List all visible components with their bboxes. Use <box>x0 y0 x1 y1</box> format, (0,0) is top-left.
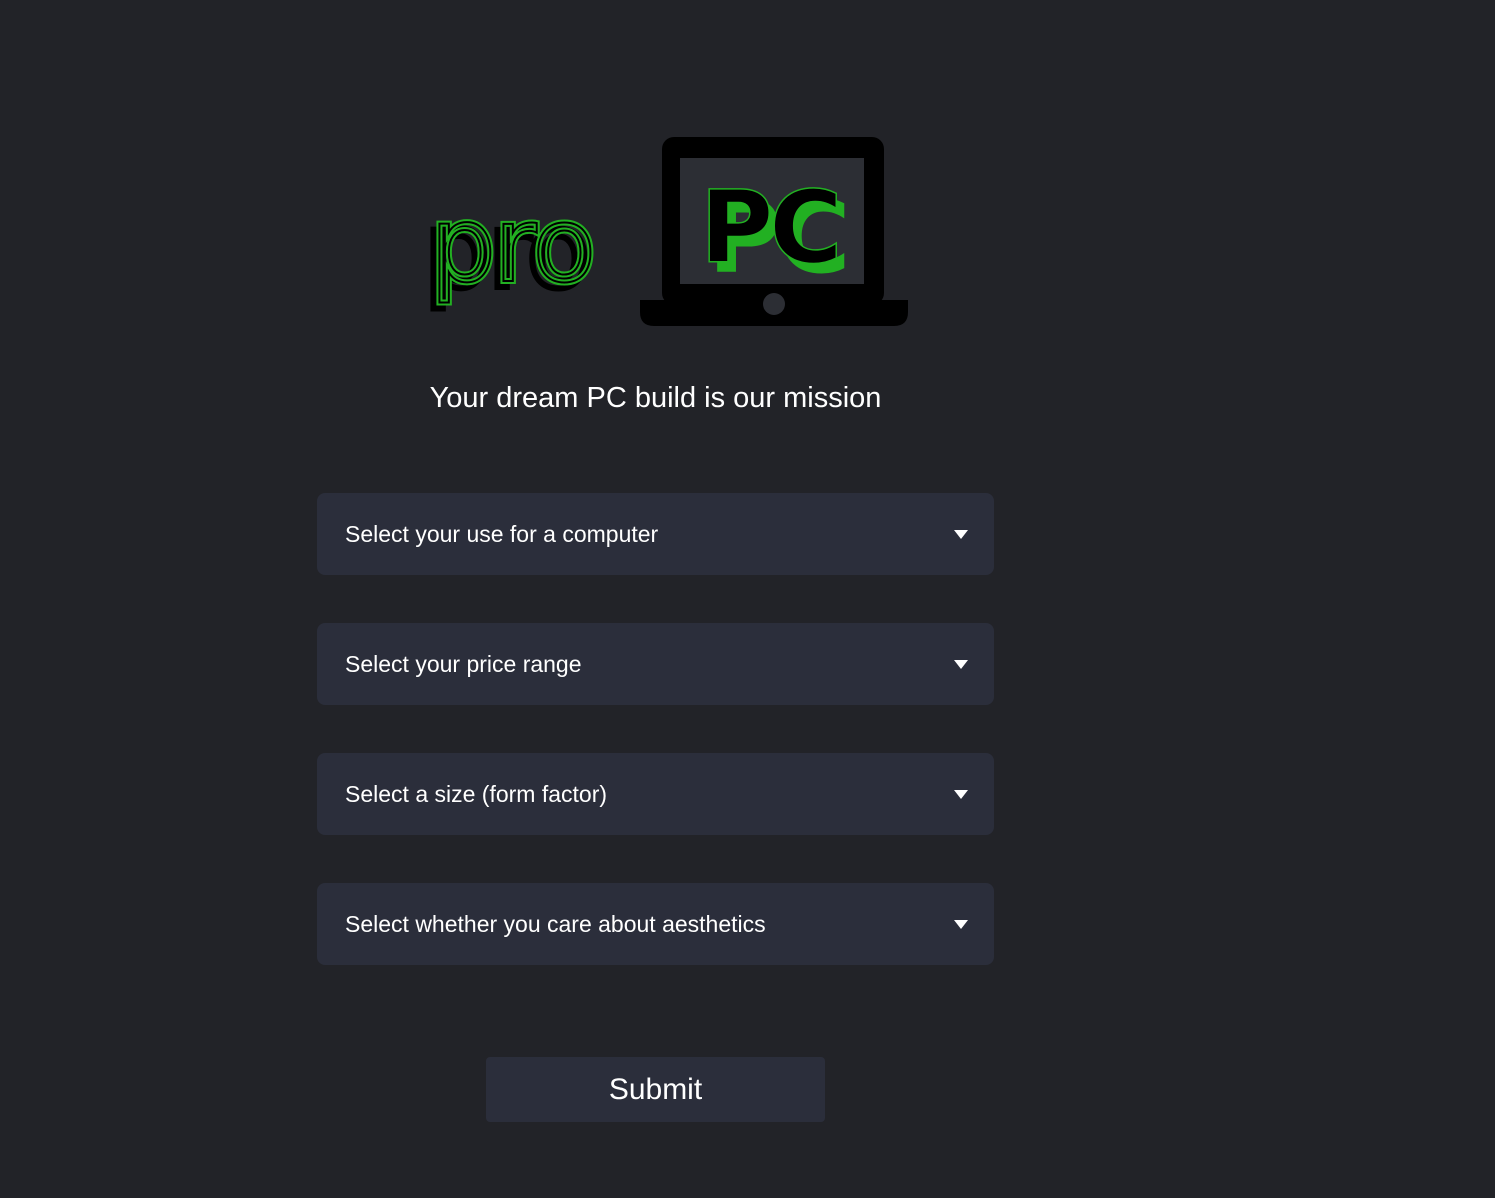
select-label: Select whether you care about aesthetics <box>345 910 766 937</box>
chevron-down-icon <box>954 529 968 539</box>
select-form-factor[interactable]: Select a size (form factor) <box>317 753 994 835</box>
logo-pc-text: PC PC PC <box>699 168 850 296</box>
chevron-down-icon <box>954 659 968 669</box>
page: pro pro pro PC PC PC Your dream PC build… <box>0 0 1495 1198</box>
submit-button[interactable]: Submit <box>486 1057 825 1122</box>
svg-text:PC: PC <box>700 169 839 286</box>
select-label: Select your price range <box>345 650 582 677</box>
select-label: Select your use for a computer <box>345 520 659 547</box>
chevron-down-icon <box>954 789 968 799</box>
svg-text:pro: pro <box>430 184 594 306</box>
logo-pro-text: pro pro pro <box>421 181 599 315</box>
chevron-down-icon <box>954 919 968 929</box>
tagline: Your dream PC build is our mission <box>429 382 882 414</box>
select-aesthetics[interactable]: Select whether you care about aesthetics <box>317 883 994 965</box>
select-price-range[interactable]: Select your price range <box>317 623 994 705</box>
select-label: Select a size (form factor) <box>345 780 608 807</box>
select-computer-use[interactable]: Select your use for a computer <box>317 493 994 575</box>
propc-logo: pro pro pro PC PC PC <box>421 137 908 326</box>
